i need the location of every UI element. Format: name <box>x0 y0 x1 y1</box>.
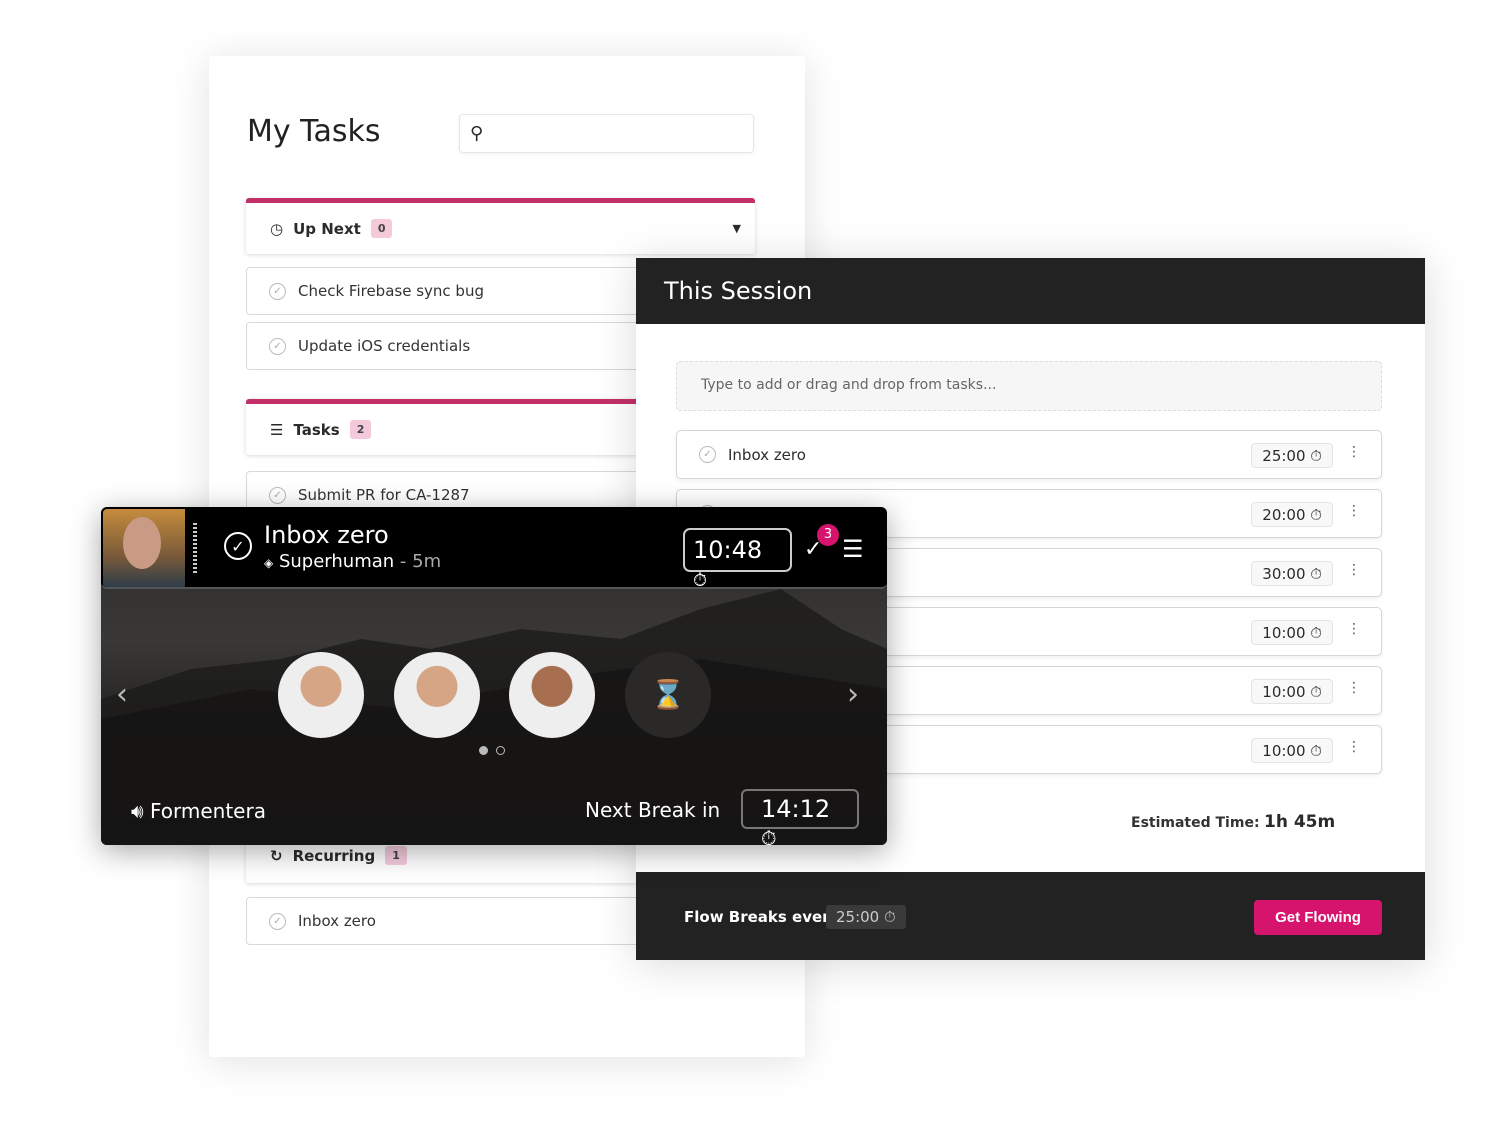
duration[interactable]: 25:00 ⏱ <box>1251 443 1333 468</box>
stopwatch-icon: ⏱ <box>884 908 896 926</box>
more-icon[interactable]: ⋮ <box>1347 739 1361 755</box>
duration-value: 20:00 <box>1262 506 1306 524</box>
check-icon[interactable]: ✓ <box>269 337 286 355</box>
next-break-label: Next Break in <box>585 798 721 822</box>
menu-icon[interactable]: ☰ <box>842 537 864 561</box>
count-badge: 0 <box>370 219 393 238</box>
break-time: 14:12 <box>761 795 831 823</box>
duration[interactable]: 10:00 ⏱ <box>1251 738 1333 763</box>
search-input[interactable]: ⚲ <box>459 114 754 153</box>
speaker-icon: 🔊︎ <box>131 799 144 823</box>
flow-breaks-value[interactable]: 25:00 ⏱ <box>826 905 906 929</box>
check-icon[interactable]: ✓ <box>269 912 286 930</box>
count-badge: 2 <box>349 420 372 439</box>
check-icon[interactable]: ✓ <box>699 446 716 463</box>
next-break-timer[interactable]: 14:12 ⏱ <box>741 789 859 845</box>
app-icon: ◈ <box>264 556 274 570</box>
caret-down-icon[interactable]: ▼ <box>733 222 741 235</box>
task-meta: ◈ Superhuman - 5m <box>264 551 441 572</box>
check-icon[interactable]: ✓ <box>269 486 286 504</box>
stopwatch-icon: ⏱ <box>1310 565 1322 583</box>
participant-avatar <box>394 652 480 738</box>
more-icon[interactable]: ⋮ <box>1347 680 1361 696</box>
flow-widget: ✓ Inbox zero ◈ Superhuman - 5m 10:48 ⏱ ✓… <box>101 507 887 845</box>
elapsed: - 5m <box>399 551 442 572</box>
session-item-label: Inbox zero <box>728 445 806 464</box>
app-name: Superhuman <box>278 551 395 572</box>
search-icon: ⚲ <box>470 123 484 144</box>
session-item[interactable]: ✓ Inbox zero 25:00 ⏱ ⋮ <box>676 430 1382 479</box>
stopwatch-icon: ⏱ <box>1310 683 1322 701</box>
stopwatch-icon: ⏱ <box>1310 506 1322 524</box>
sound-control[interactable]: 🔊︎ Formentera <box>131 799 266 823</box>
stopwatch-icon: ⏱ <box>1310 742 1322 760</box>
drag-handle[interactable] <box>193 523 197 573</box>
participant-avatar <box>278 652 364 738</box>
page-title: My Tasks <box>247 114 381 149</box>
flow-breaks-label: Flow Breaks every <box>684 908 840 926</box>
duration[interactable]: 20:00 ⏱ <box>1251 502 1333 527</box>
estimated-label: Estimated Time: <box>1131 815 1260 831</box>
stopwatch-icon: ⏱ <box>1310 447 1322 465</box>
estimated-value: 1h 45m <box>1264 812 1336 832</box>
duration[interactable]: 10:00 ⏱ <box>1251 620 1333 645</box>
chevron-left-icon[interactable]: ‹ <box>116 677 128 712</box>
flow-header: ✓ Inbox zero ◈ Superhuman - 5m 10:48 ⏱ ✓… <box>101 507 887 591</box>
duration-value: 10:00 <box>1262 683 1306 701</box>
more-icon[interactable]: ⋮ <box>1347 621 1361 637</box>
section-label: Tasks <box>293 420 340 439</box>
task-timer[interactable]: 10:48 ⏱ <box>683 528 792 591</box>
get-flowing-button[interactable]: Get Flowing <box>1254 900 1382 935</box>
list-icon: ☰ <box>270 420 284 439</box>
duration-value: 30:00 <box>1262 565 1306 583</box>
session-title: This Session <box>636 258 1425 324</box>
more-icon[interactable]: ⋮ <box>1347 444 1361 460</box>
section-up-next[interactable]: ◷ Up Next 0 ▼ <box>246 198 755 254</box>
count-badge: 1 <box>385 846 407 865</box>
user-avatar <box>103 509 185 587</box>
task-label: Submit PR for CA-1287 <box>298 486 470 504</box>
task-label: Update iOS credentials <box>298 337 471 355</box>
duration[interactable]: 10:00 ⏱ <box>1251 679 1333 704</box>
sound-name: Formentera <box>149 799 266 823</box>
section-label: Up Next <box>293 219 361 238</box>
current-task: Inbox zero <box>264 521 389 549</box>
stopwatch-icon: ⏱ <box>1310 624 1322 642</box>
session-footer: Flow Breaks every 25:00 ⏱ Get Flowing <box>636 872 1425 960</box>
participant-avatar <box>509 652 595 738</box>
task-label: Inbox zero <box>298 912 376 930</box>
clock-icon: ◷ <box>270 219 284 238</box>
duration-value: 10:00 <box>1262 742 1306 760</box>
more-icon[interactable]: ⋮ <box>1347 503 1361 519</box>
hourglass-icon: ⌛ <box>625 652 711 738</box>
complete-check-icon[interactable]: ✓ <box>224 532 252 560</box>
pagination-dots[interactable] <box>479 740 513 759</box>
chevron-right-icon[interactable]: › <box>847 677 859 712</box>
flow-breaks-time: 25:00 <box>836 908 880 926</box>
stopwatch-icon: ⏱ <box>693 570 708 591</box>
duration-value: 10:00 <box>1262 624 1306 642</box>
notification-badge: 3 <box>817 524 839 546</box>
check-icon[interactable]: ✓ <box>269 282 286 300</box>
add-task-input[interactable]: Type to add or drag and drop from tasks.… <box>676 361 1382 411</box>
repeat-icon: ↻ <box>270 846 283 865</box>
timer-value: 10:48 <box>693 536 763 564</box>
stopwatch-icon: ⏱ <box>761 826 777 845</box>
section-label: Recurring <box>292 846 376 865</box>
more-icon[interactable]: ⋮ <box>1347 562 1361 578</box>
duration-value: 25:00 <box>1262 447 1306 465</box>
task-label: Check Firebase sync bug <box>298 282 484 300</box>
duration[interactable]: 30:00 ⏱ <box>1251 561 1333 586</box>
